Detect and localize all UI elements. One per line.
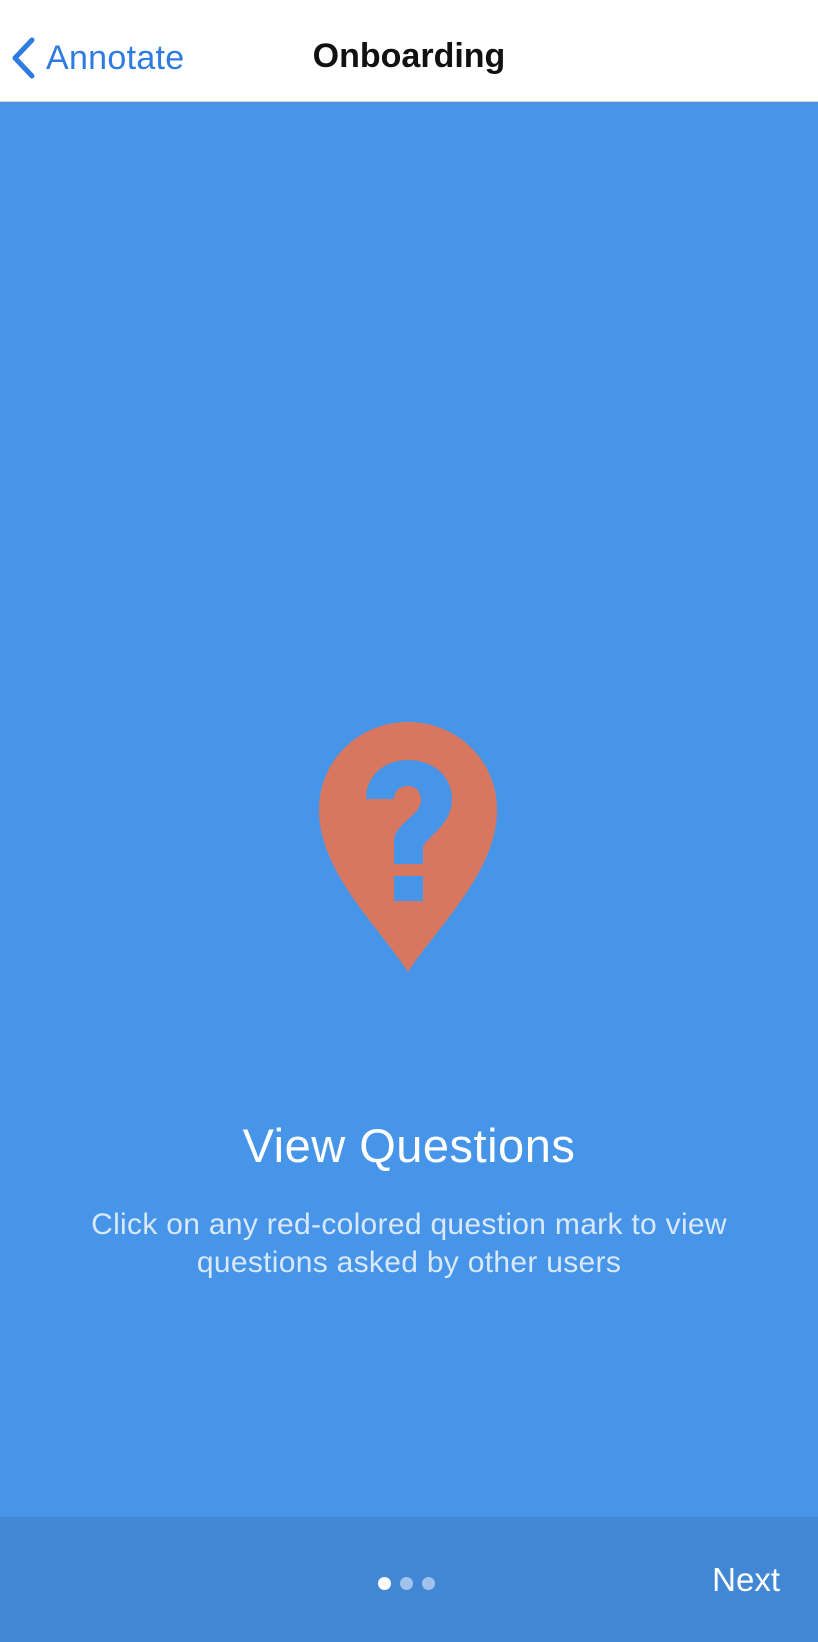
question-pin-icon <box>319 722 497 972</box>
page-dot[interactable] <box>422 1577 435 1590</box>
slide-title: View Questions <box>242 1119 576 1172</box>
page-dot-active[interactable] <box>378 1577 391 1590</box>
onboarding-slide[interactable]: View Questions Click on any red-colored … <box>0 102 818 1517</box>
navigation-bar: Annotate Onboarding <box>0 0 818 102</box>
bottom-bar: Next <box>0 1517 818 1642</box>
page-title: Onboarding <box>312 37 506 75</box>
slide-description: Click on any red-colored question mark t… <box>91 1208 727 1279</box>
next-button[interactable]: Next <box>712 1561 780 1599</box>
page-dot[interactable] <box>400 1577 413 1590</box>
page-indicator[interactable] <box>378 1577 435 1591</box>
